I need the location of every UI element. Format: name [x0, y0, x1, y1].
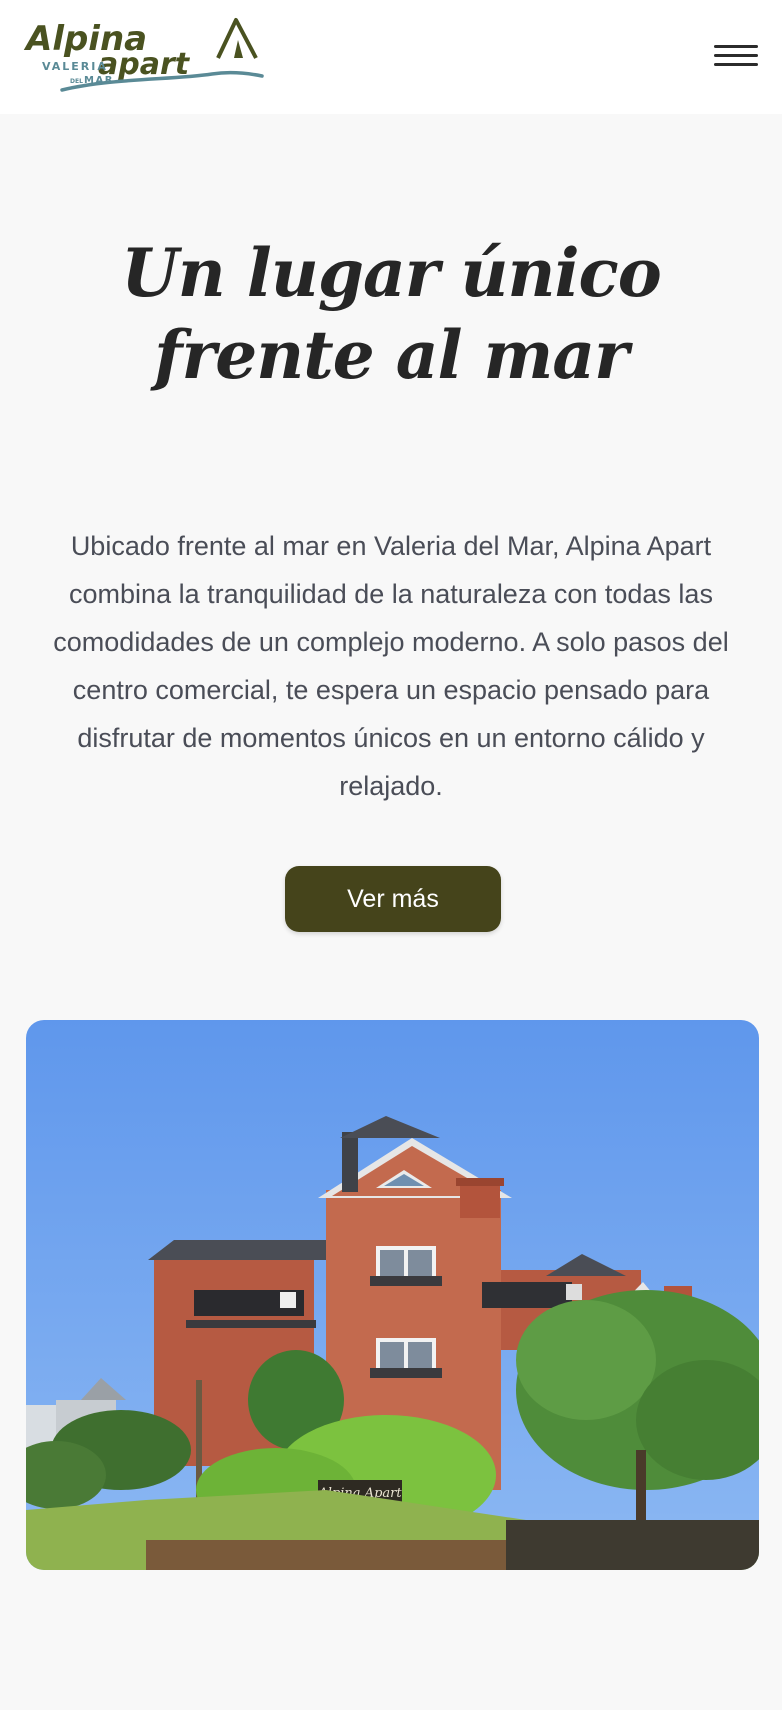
logo-place-small: DEL: [70, 78, 83, 85]
hamburger-menu-icon[interactable]: [708, 36, 760, 74]
alpina-apart-logo[interactable]: Alpina apart VALERIA DEL MAR: [22, 14, 268, 98]
ver-mas-button[interactable]: Ver más: [285, 866, 501, 932]
building-photo: Alpina Apart: [26, 1020, 759, 1570]
hero-description: Ubicado frente al mar en Valeria del Mar…: [53, 531, 729, 801]
menu-bar: [714, 63, 758, 66]
menu-bar: [714, 54, 758, 57]
logo-place-line1: VALERIA: [42, 60, 108, 73]
site-header: Alpina apart VALERIA DEL MAR: [0, 0, 782, 114]
logo-tree-icon: [234, 40, 243, 58]
hero-title: Un lugar único frente al mar: [0, 232, 782, 396]
hero-title-line2: frente al mar: [154, 316, 629, 394]
hero-title-line1: Un lugar único: [121, 234, 662, 312]
menu-bar: [714, 45, 758, 48]
